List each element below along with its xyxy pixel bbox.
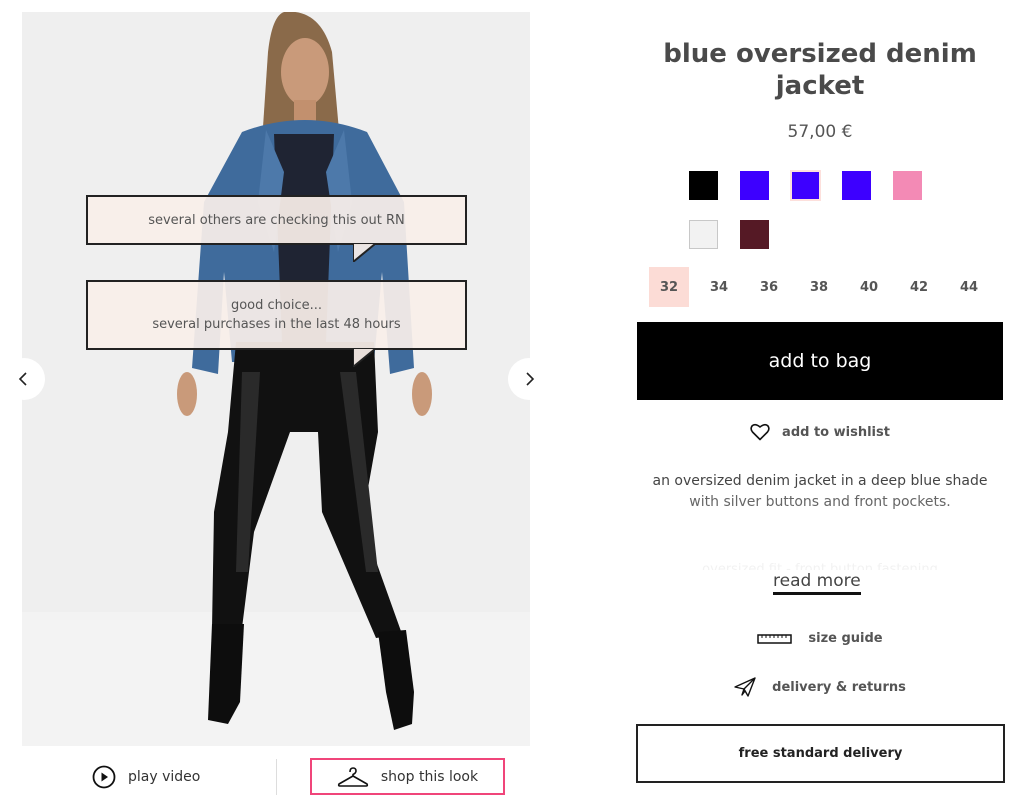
color-swatch-blue[interactable] (739, 170, 770, 201)
size-selector: 32 34 36 38 40 42 44 (649, 267, 989, 307)
play-video-label: play video (128, 769, 201, 785)
heart-icon (750, 423, 770, 441)
color-chip (689, 220, 718, 249)
color-chip (740, 220, 769, 249)
hanger-icon (337, 766, 369, 787)
color-swatch-black[interactable] (688, 170, 719, 201)
size-option-36[interactable]: 36 (749, 267, 789, 307)
bubble-tail-icon (353, 244, 375, 262)
size-option-38[interactable]: 38 (799, 267, 839, 307)
product-description: an oversized denim jacket in a deep blue… (636, 471, 1004, 513)
chevron-left-icon (18, 372, 27, 386)
wishlist-label: add to wishlist (782, 424, 890, 440)
bubble-text-line1: good choice... (230, 298, 323, 313)
color-chip (893, 171, 922, 200)
size-option-42[interactable]: 42 (899, 267, 939, 307)
color-swatch-pink[interactable] (892, 170, 923, 201)
bubble-tail-icon (353, 349, 375, 367)
bubble-text-line2: several purchases in the last 48 hours (152, 317, 401, 332)
chevron-right-icon (526, 372, 535, 386)
color-swatch-burgundy[interactable] (739, 219, 770, 250)
ruler-icon (757, 633, 793, 644)
color-chip (792, 172, 819, 199)
shop-this-look-button[interactable]: shop this look (310, 758, 505, 795)
size-option-40[interactable]: 40 (849, 267, 889, 307)
add-to-bag-button[interactable]: add to bag (637, 322, 1003, 400)
size-guide-link[interactable]: size guide (636, 631, 1004, 646)
product-price: 57,00 € (787, 122, 853, 142)
description-faded-line: oversized fit - front button fastening (702, 562, 938, 570)
delivery-returns-link[interactable]: delivery & returns (636, 677, 1004, 697)
play-video-button[interactable]: play video (92, 762, 200, 792)
product-gallery: several others are checking this out RN … (22, 12, 530, 746)
gallery-prev-button[interactable] (3, 358, 45, 400)
product-photo (22, 12, 530, 746)
bubble-text: several others are checking this out RN (148, 212, 405, 228)
description-line-1: an oversized denim jacket in a deep blue… (652, 473, 988, 489)
color-swatches (688, 170, 948, 250)
size-option-32[interactable]: 32 (649, 267, 689, 307)
add-to-wishlist-button[interactable]: add to wishlist (636, 423, 1004, 441)
media-divider (276, 759, 277, 795)
size-guide-label: size guide (808, 631, 883, 646)
gallery-next-button[interactable] (508, 358, 550, 400)
size-option-44[interactable]: 44 (949, 267, 989, 307)
size-option-34[interactable]: 34 (699, 267, 739, 307)
color-chip (842, 171, 871, 200)
social-proof-bubble-purchases: good choice... several purchases in the … (86, 280, 467, 367)
social-proof-bubble-viewing: several others are checking this out RN (86, 195, 467, 262)
shop-this-look-label: shop this look (380, 768, 479, 785)
free-delivery-banner: free standard delivery (636, 724, 1005, 783)
delivery-returns-label: delivery & returns (772, 679, 906, 695)
color-swatch-blue[interactable] (790, 170, 821, 201)
color-chip (689, 171, 718, 200)
color-chip (740, 171, 769, 200)
product-title: blue oversized denim jacket (663, 39, 977, 101)
read-more-link[interactable]: read more (773, 571, 861, 595)
color-swatch-white[interactable] (688, 219, 719, 250)
media-bar: play video shop this look (22, 757, 530, 797)
paper-plane-icon (734, 677, 756, 697)
play-icon (92, 765, 116, 789)
color-swatch-blue[interactable] (841, 170, 872, 201)
description-line-2: with silver buttons and front pockets. (689, 494, 951, 510)
